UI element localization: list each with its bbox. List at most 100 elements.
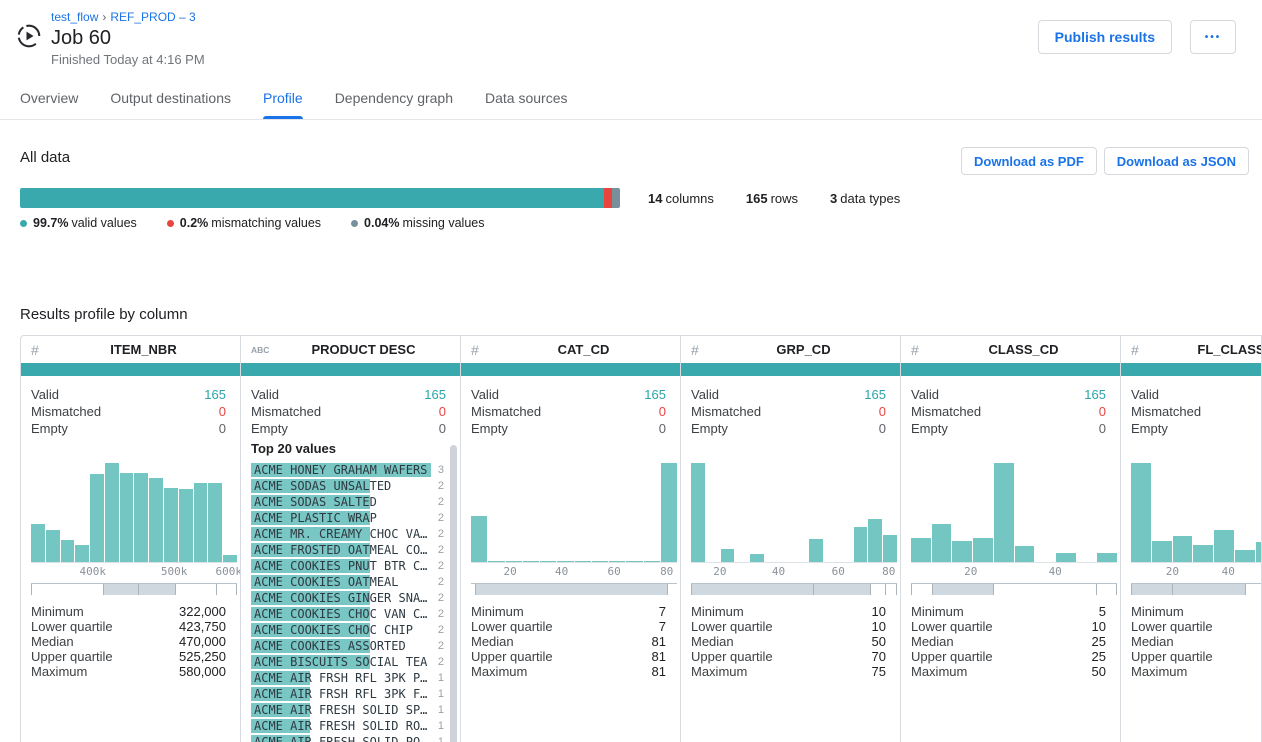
histogram-range-slider[interactable] [1131,583,1262,595]
count-value-valid: 165 [1084,386,1106,403]
histogram-bar [134,473,148,562]
top-value-row: ACME COOKIES GINGER SNA…2 [251,590,444,606]
count-value-mismatched: 0 [879,403,886,420]
count-label: Empty [471,420,659,437]
download-json-button[interactable]: Download as JSON [1104,147,1249,175]
stat-label: Minimum [31,604,179,619]
column-stats: Minimum322,000Lower quartile423,750Media… [31,604,226,679]
stat-value: 10 [872,619,886,634]
count-value-mismatched: 0 [439,403,446,420]
count-label: Mismatched [31,403,219,420]
stat-label: Median [471,634,652,649]
tab-output-destinations[interactable]: Output destinations [110,80,231,119]
column-header: ABC PRODUCT DESC [241,336,460,363]
breadcrumb-flow-link[interactable]: test_flow [51,10,98,24]
histogram-bar [661,463,677,562]
stat-label: Minimum [691,604,872,619]
stat-value: 470,000 [179,634,226,649]
column-name: ITEM_NBR [57,342,230,357]
top-value-text: ACME BISCUITS SOCIAL TEA [254,655,427,669]
histogram-axis: 400k500k600k [31,563,237,580]
tab-dependency-graph[interactable]: Dependency graph [335,80,453,119]
top-values-scrollbar[interactable] [450,445,457,742]
column-histogram[interactable] [31,463,237,563]
histogram-bar [626,561,642,562]
column-card: # ITEM_NBR Valid165Mismatched0Empty0 400… [21,336,241,742]
axis-tick-label: 400k [80,565,107,578]
top-value-row: ACME AIR FRESH SOLID SP…1 [251,702,444,718]
column-histogram[interactable] [1131,463,1262,563]
stat-label: Lower quartile [31,619,179,634]
histogram-bar [540,561,556,562]
legend-item: 0.04%missing values [351,216,484,230]
range-slider-selection[interactable] [475,584,667,595]
range-slider-tick [813,584,814,595]
top-value-text: ACME COOKIES CHOC CHIP [254,623,413,637]
count-value-valid: 165 [424,386,446,403]
numeric-type-icon: # [471,342,497,358]
column-header: # CAT_CD [461,336,680,363]
count-value-mismatched: 0 [1099,403,1106,420]
publish-results-button[interactable]: Publish results [1038,20,1172,54]
dataset-stat: 3data types [830,191,900,206]
top-value-count: 2 [431,640,444,652]
histogram-bar [471,516,487,562]
top-value-text: ACME AIR FRESH SOLID PO… [254,735,427,742]
range-slider-selection[interactable] [103,584,175,595]
column-histogram[interactable] [471,463,677,563]
more-actions-button[interactable]: ••• [1190,20,1236,54]
top-value-count: 2 [431,576,444,588]
stat-label: Lower quartile [691,619,872,634]
range-slider-tick [475,584,476,595]
top-value-row: ACME BISCUITS SOCIAL TEA2 [251,654,444,670]
stat-value: 81 [652,649,666,664]
top-value-count: 2 [431,528,444,540]
axis-tick-label: 40 [1049,565,1062,578]
histogram-bar [120,473,134,562]
stat-label: Lower quartile [911,619,1092,634]
histogram-axis: 2040 [1131,563,1262,580]
histogram-range-slider[interactable] [691,583,897,595]
stat-label: Lower quartile [471,619,659,634]
histogram-bar [609,561,625,562]
range-slider-selection[interactable] [691,584,870,595]
stat-value: 322,000 [179,604,226,619]
column-histogram[interactable] [691,463,897,563]
column-histogram[interactable] [911,463,1117,563]
top-value-count: 2 [431,608,444,620]
top-value-row: ACME HONEY GRAHAM WAFERS3 [251,462,444,478]
breadcrumb-node-link[interactable]: REF_PROD – 3 [110,10,195,24]
profile-title: Results profile by column [20,307,1262,323]
job-status-text: Finished Today at 4:16 PM [51,52,205,68]
numeric-type-icon: # [1131,342,1157,358]
histogram-bar [223,555,237,562]
axis-tick-label: 20 [964,565,977,578]
histogram-range-slider[interactable] [31,583,237,595]
top-value-text: ACME SODAS UNSALTED [254,479,391,493]
histogram-range-slider[interactable] [911,583,1117,595]
legend-item: 0.2%mismatching values [167,216,321,230]
count-label: Valid [31,386,204,403]
count-value-valid: 165 [864,386,886,403]
histogram-bar [194,483,208,562]
histogram-bar [523,561,539,562]
column-counts: Valid165Mismatched0Empty0 [681,376,900,437]
histogram-bar [911,538,931,562]
download-pdf-button[interactable]: Download as PDF [961,147,1097,175]
histogram-bar [149,478,163,562]
tab-profile[interactable]: Profile [263,80,303,119]
histogram-range-slider[interactable] [471,583,677,595]
range-slider-selection[interactable] [932,584,994,595]
histogram-axis: 20406080 [691,563,897,580]
histogram-bar [46,530,60,562]
axis-tick-label: 40 [772,565,785,578]
stat-label: Minimum [471,604,659,619]
tab-data-sources[interactable]: Data sources [485,80,567,119]
tab-overview[interactable]: Overview [20,80,78,119]
column-counts: Valid165Mismatched0Empty0 [241,376,460,437]
histogram-bar [883,535,897,562]
range-slider-selection[interactable] [1131,584,1245,595]
count-label: Valid [1131,386,1262,403]
top-value-count: 1 [431,688,444,700]
column-header: # FL_CLASS_CD [1121,336,1262,363]
